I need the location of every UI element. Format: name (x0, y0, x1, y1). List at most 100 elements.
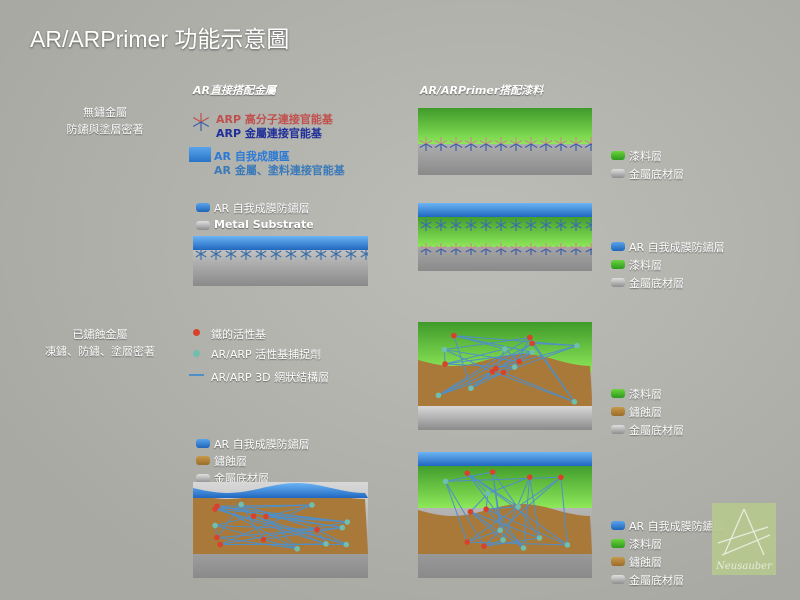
catcher-dot (468, 385, 474, 392)
swatch-metal (611, 425, 625, 434)
legend-label: 鏽蝕層 (629, 406, 662, 419)
swatch-ar-film (611, 521, 625, 530)
catcher-dot (435, 392, 442, 399)
swatch-rust (611, 557, 625, 566)
iron-active-dot (558, 474, 564, 481)
catcher-dot (343, 541, 350, 548)
iron-active-dot (263, 513, 269, 520)
diagram-rusted-ar-paint (418, 452, 592, 578)
legend-label: 漆料層 (629, 150, 662, 163)
iron-active-dot (250, 513, 257, 520)
category-line: 防鏽與塗層密著 (66, 123, 144, 136)
snowflake-icon (192, 113, 210, 131)
diagram-ar-arprimer-paint (418, 203, 592, 271)
iron-active-dot (464, 470, 471, 476)
ar-film-layer (193, 236, 368, 250)
legend-label: 鏽蝕層 (214, 455, 247, 468)
catcher-dot-icon (193, 350, 200, 357)
iron-active-dot (481, 543, 487, 549)
swatch-metal (611, 278, 625, 287)
swatch-rust (196, 456, 210, 465)
swatch-paint (611, 260, 625, 269)
catcher-dot (497, 527, 504, 534)
column-header-right: AR/ARPrimer搭配漆料 (420, 84, 544, 97)
catcher-dot (574, 342, 580, 349)
catcher-dot (536, 535, 543, 541)
category-rusted: 已鏽蝕金屬 凍鏽、防鏽、塗層密著 (30, 326, 170, 360)
metal-layer (418, 406, 592, 430)
catcher-dot (485, 490, 491, 497)
iron-active-dot (214, 503, 220, 510)
network-line-icon (189, 374, 204, 376)
iron-active-dot (529, 340, 535, 347)
iron-active-dot (260, 536, 267, 543)
svg-text:Neusauber: Neusauber (715, 561, 773, 572)
iron-active-dot (214, 534, 220, 541)
flake-arm (192, 121, 202, 128)
flake-arm (200, 121, 210, 128)
legend-label: 漆料層 (629, 538, 662, 551)
iron-active-dot (451, 332, 457, 339)
swatch-ar-film (196, 203, 210, 212)
legend-label: AR/ARP 3D 網狀結構層 (211, 371, 330, 384)
paint-layer (418, 108, 592, 144)
catcher-dot (442, 478, 449, 485)
swatch-rust (611, 407, 625, 416)
swatch-paint (611, 539, 625, 548)
iron-active-dot (217, 541, 223, 548)
column-header-left: AR直接搭配金屬 (193, 84, 276, 97)
swatch-ar-film (611, 242, 625, 251)
swatch-metal (611, 575, 625, 584)
swatch-metal (611, 169, 625, 178)
catcher-dot (564, 542, 571, 548)
iron-active-dot (489, 368, 496, 375)
legend-label: 鐵的活性基 (211, 328, 266, 341)
category-line: 凍鏽、防鏽、塗層密著 (45, 345, 155, 358)
iron-active-dot (527, 334, 533, 341)
catcher-dot (501, 346, 508, 352)
flake-arm (200, 116, 210, 123)
ar-film-layer (418, 203, 592, 217)
legend-label: 漆料層 (629, 388, 662, 401)
diagram-ar-on-metal (193, 236, 368, 286)
iron-active-dot (442, 361, 448, 367)
catcher-dot (323, 541, 329, 547)
iron-active-dot (464, 539, 470, 545)
iron-active-dot (483, 506, 489, 512)
legend-label: AR 自我成膜防鏽層 (629, 241, 725, 254)
legend-label: 金屬底材層 (629, 424, 684, 437)
swatch-ar-film (196, 439, 210, 448)
iron-active-dot (500, 369, 507, 376)
catcher-dot (238, 501, 245, 508)
catcher-dot (571, 399, 578, 405)
neusauber-logo: Neusauber (712, 503, 776, 575)
legend-label: 金屬底材層 (629, 574, 684, 587)
legend-label: 金屬底材層 (629, 168, 684, 181)
swatch-paint (611, 151, 625, 160)
legend-arp-metal: ARP 金屬連接官能基 (216, 127, 322, 140)
catcher-dot (309, 502, 315, 508)
legend-label: AR 自我成膜防鏽層 (214, 202, 310, 215)
flake-arm (192, 116, 202, 123)
catcher-dot (500, 537, 506, 543)
iron-active-dot (516, 358, 522, 365)
snowflake-icon (192, 113, 210, 131)
iron-active-dot (314, 526, 320, 533)
paint-layer (418, 464, 592, 508)
catcher-dot (511, 364, 518, 370)
catcher-dot (520, 545, 527, 551)
swatch-paint (611, 389, 625, 398)
catcher-dot (294, 545, 301, 552)
ar-film-layer (418, 452, 592, 466)
background (0, 0, 800, 600)
iron-active-dot (467, 508, 474, 515)
diagram-arprimer-paint (418, 108, 592, 175)
catcher-dot (529, 349, 535, 356)
paint-layer (418, 215, 592, 247)
category-line: 無鏽金屬 (83, 106, 127, 119)
diagram-rusted-ar (193, 482, 368, 578)
ar-film-icon (189, 147, 211, 162)
iron-active-dot (526, 474, 533, 480)
legend-label: 鏽蝕層 (629, 556, 662, 569)
iron-active-dot (489, 469, 496, 475)
